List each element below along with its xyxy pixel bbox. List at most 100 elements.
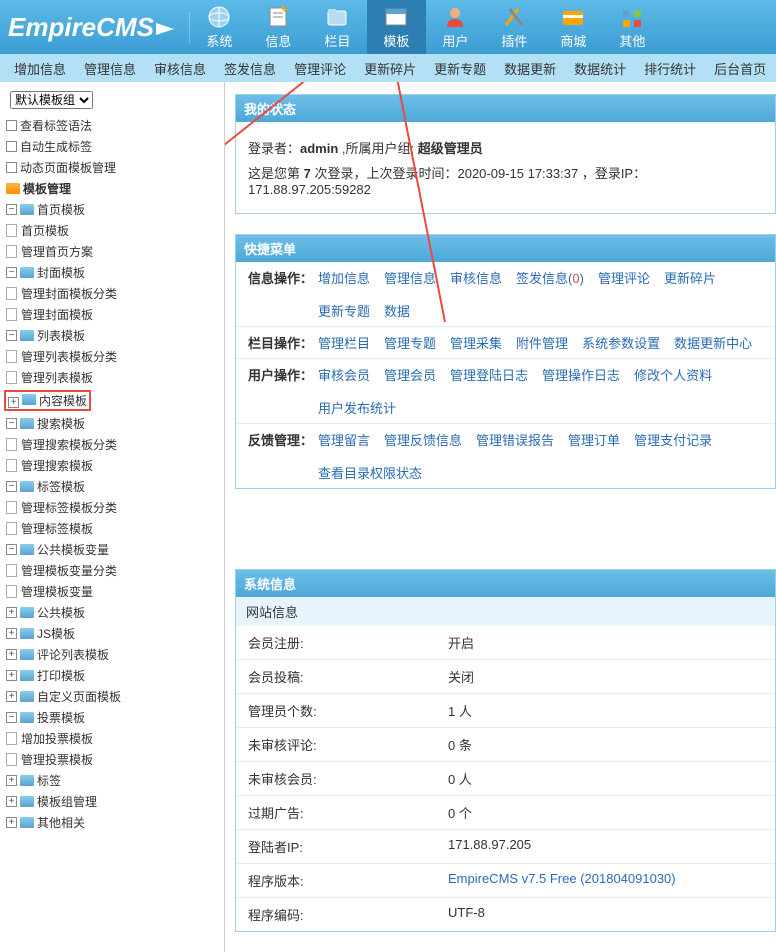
quick-link[interactable]: 用户发布统计 [318, 398, 396, 417]
checkbox-icon[interactable] [6, 120, 17, 131]
quick-link[interactable]: 查看目录权限状态 [318, 463, 422, 482]
template-group-select[interactable]: 默认模板组 [10, 91, 93, 109]
tree-item[interactable]: 管理搜索模板分类 [21, 436, 117, 453]
tree-item[interactable]: 管理模板变量分类 [21, 562, 117, 579]
tree-folder[interactable]: 自定义页面模板 [37, 688, 121, 705]
tree-item[interactable]: 管理模板变量 [21, 583, 93, 600]
tree-item[interactable]: 管理投票模板 [21, 751, 93, 768]
quick-link[interactable]: 管理订单 [568, 430, 620, 449]
expand-icon[interactable]: + [6, 628, 17, 639]
tree-item[interactable]: 查看标签语法 [20, 117, 92, 134]
tree-folder[interactable]: JS模板 [37, 625, 75, 642]
quick-link[interactable]: 审核信息 [450, 268, 502, 287]
tree-folder[interactable]: 打印模板 [37, 667, 85, 684]
tree-item[interactable]: 自动生成标签 [20, 138, 92, 155]
expand-icon[interactable]: + [6, 670, 17, 681]
tree-folder[interactable]: 投票模板 [37, 709, 85, 726]
quick-link[interactable]: 管理留言 [318, 430, 370, 449]
expand-icon[interactable]: − [6, 481, 17, 492]
tree-folder[interactable]: 内容模板 [39, 394, 87, 408]
expand-icon[interactable]: + [6, 607, 17, 618]
expand-icon[interactable]: − [6, 204, 17, 215]
tree-folder[interactable]: 其他相关 [37, 814, 85, 831]
tree-item[interactable]: 管理搜索模板 [21, 457, 93, 474]
expand-icon[interactable]: − [6, 544, 17, 555]
quick-link[interactable]: 修改个人资料 [634, 365, 712, 384]
tree-folder[interactable]: 模板组管理 [37, 793, 97, 810]
tree-item[interactable]: 管理封面模板分类 [21, 285, 117, 302]
subnav-link[interactable]: 增加信息 [14, 59, 66, 78]
tree-folder[interactable]: 标签模板 [37, 478, 85, 495]
tree-folder[interactable]: 搜索模板 [37, 415, 85, 432]
tree-folder[interactable]: 公共模板变量 [37, 541, 109, 558]
tree-folder[interactable]: 封面模板 [37, 264, 85, 281]
quick-link[interactable]: 管理登陆日志 [450, 365, 528, 384]
tree-item[interactable]: 管理封面模板 [21, 306, 93, 323]
quick-link[interactable]: 管理反馈信息 [384, 430, 462, 449]
tree-item[interactable]: 管理列表模板 [21, 369, 93, 386]
subnav-link[interactable]: 后台首页 [714, 59, 766, 78]
expand-icon[interactable]: + [8, 397, 19, 408]
quick-link[interactable]: 管理采集 [450, 333, 502, 352]
quick-link[interactable]: 管理信息 [384, 268, 436, 287]
checkbox-icon[interactable] [6, 162, 17, 173]
topnav-tools[interactable]: 插件 [485, 0, 544, 54]
quick-link[interactable]: 审核会员 [318, 365, 370, 384]
topnav-user[interactable]: 用户 [426, 0, 485, 54]
topnav-window[interactable]: 模板 [367, 0, 426, 54]
subnav-link[interactable]: 数据更新 [504, 59, 556, 78]
quick-link[interactable]: 管理支付记录 [634, 430, 712, 449]
subnav-link[interactable]: 签发信息 [224, 59, 276, 78]
expand-icon[interactable]: − [6, 267, 17, 278]
expand-icon[interactable]: + [6, 775, 17, 786]
quick-link[interactable]: 更新碎片 [664, 268, 716, 287]
tree-item[interactable]: 增加投票模板 [21, 730, 93, 747]
quick-link[interactable]: 更新专题 [318, 301, 370, 320]
quick-link[interactable]: 数据 [384, 301, 410, 320]
expand-icon[interactable]: + [6, 649, 17, 660]
expand-icon[interactable]: + [6, 796, 17, 807]
quick-link[interactable]: 管理会员 [384, 365, 436, 384]
quick-link[interactable]: 管理栏目 [318, 333, 370, 352]
tree-folder[interactable]: 公共模板 [37, 604, 85, 621]
expand-icon[interactable]: − [6, 418, 17, 429]
subnav-link[interactable]: 更新专题 [434, 59, 486, 78]
quick-link[interactable]: 管理专题 [384, 333, 436, 352]
expand-icon[interactable]: − [6, 712, 17, 723]
subnav-link[interactable]: 数据统计 [574, 59, 626, 78]
expand-icon[interactable]: − [6, 330, 17, 341]
tree-item[interactable]: 管理首页方案 [21, 243, 93, 260]
tree-item[interactable]: 管理标签模板分类 [21, 499, 117, 516]
tree-root[interactable]: 模板管理 [23, 180, 71, 197]
tree-item[interactable]: 管理列表模板分类 [21, 348, 117, 365]
topnav-folder[interactable]: 栏目 [308, 0, 367, 54]
subnav-link[interactable]: 审核信息 [154, 59, 206, 78]
topnav-apps[interactable]: 其他 [603, 0, 662, 54]
tree-item[interactable]: 管理标签模板 [21, 520, 93, 537]
checkbox-icon[interactable] [6, 141, 17, 152]
folder-icon [20, 712, 34, 723]
quick-link[interactable]: 附件管理 [516, 333, 568, 352]
subnav-link[interactable]: 管理信息 [84, 59, 136, 78]
topnav-doc[interactable]: 信息 [249, 0, 308, 54]
quick-link[interactable]: 签发信息(0) [516, 268, 584, 287]
tree-folder[interactable]: 首页模板 [37, 201, 85, 218]
expand-icon[interactable]: + [6, 691, 17, 702]
tree-folder[interactable]: 评论列表模板 [37, 646, 109, 663]
subnav-link[interactable]: 更新碎片 [364, 59, 416, 78]
tree-item[interactable]: 动态页面模板管理 [20, 159, 116, 176]
quick-link[interactable]: 数据更新中心 [674, 333, 752, 352]
quick-link[interactable]: 增加信息 [318, 268, 370, 287]
quick-link[interactable]: 系统参数设置 [582, 333, 660, 352]
quick-link[interactable]: 管理评论 [598, 268, 650, 287]
expand-icon[interactable]: + [6, 817, 17, 828]
subnav-link[interactable]: 管理评论 [294, 59, 346, 78]
tree-folder[interactable]: 标签 [37, 772, 61, 789]
topnav-card[interactable]: 商城 [544, 0, 603, 54]
subnav-link[interactable]: 排行统计 [644, 59, 696, 78]
quick-link[interactable]: 管理操作日志 [542, 365, 620, 384]
topnav-globe[interactable]: 系统 [190, 0, 249, 54]
tree-folder[interactable]: 列表模板 [37, 327, 85, 344]
quick-link[interactable]: 管理错误报告 [476, 430, 554, 449]
tree-item[interactable]: 首页模板 [21, 222, 69, 239]
